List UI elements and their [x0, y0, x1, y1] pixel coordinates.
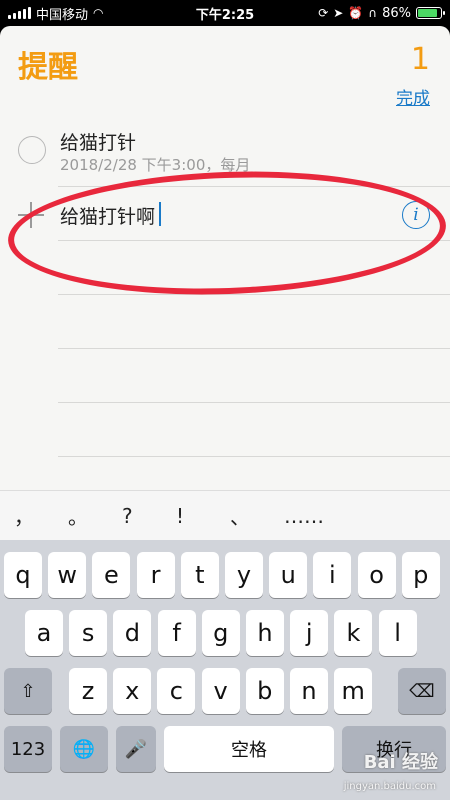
punct-period-key[interactable]: 。 [68, 501, 122, 530]
keyboard: qwertyuiop asdfghjkl ⇧ ⌫ zxcvbnm 123 🌐 🎤… [0, 540, 450, 800]
globe-icon[interactable]: 🌐 [60, 726, 108, 772]
battery-percent: 86% [382, 5, 411, 21]
carrier-label: 中国移动 [36, 7, 89, 23]
new-reminder-input[interactable] [60, 200, 360, 230]
punct-exclaim-key[interactable]: ! [176, 504, 230, 528]
key-b[interactable]: b [245, 668, 284, 714]
number-mode-key[interactable]: 123 [4, 726, 52, 772]
key-n[interactable]: n [290, 668, 328, 714]
page-title: 提醒 [18, 50, 78, 85]
key-row-1: qwertyuiop [0, 552, 450, 598]
key-u[interactable]: u [269, 552, 308, 598]
reminder-title[interactable]: 给猫打针 [60, 128, 136, 155]
key-a[interactable]: a [25, 610, 63, 656]
row-divider [58, 294, 450, 295]
watermark-url: jingyan.baidu.com [343, 781, 436, 792]
text-caret [159, 202, 161, 226]
status-bar: 中国移动 ◠ 下午2:25 ⟳ ➤ ⏰ ∩ 86% [0, 0, 450, 26]
watermark: Bai 经验 [363, 752, 438, 773]
key-o[interactable]: o [357, 552, 396, 598]
punct-dunhao-key[interactable]: 、 [230, 501, 284, 530]
key-l[interactable]: l [378, 610, 417, 656]
info-icon[interactable]: i [402, 201, 430, 229]
delete-key[interactable]: ⌫ [398, 668, 446, 714]
key-g[interactable]: g [201, 610, 240, 656]
space-key[interactable]: 空格 [164, 726, 334, 772]
headphones-icon: ∩ [368, 6, 378, 20]
punct-ellipsis-key[interactable]: …… [284, 504, 338, 528]
microphone-icon[interactable]: 🎤 [116, 726, 156, 772]
key-row-2: asdfghjkl [0, 610, 450, 656]
key-z[interactable]: z [69, 668, 107, 714]
key-j[interactable]: j [290, 610, 329, 656]
key-w[interactable]: w [48, 552, 87, 598]
key-row-3: ⇧ ⌫ zxcvbnm [0, 668, 450, 714]
rotation-lock-icon: ⟳ [318, 6, 329, 20]
key-v[interactable]: v [201, 668, 240, 714]
key-k[interactable]: k [334, 610, 373, 656]
shift-key[interactable]: ⇧ [4, 668, 52, 714]
reminder-subtitle: 2018/2/28 下午3:00，每月 [60, 156, 251, 174]
key-d[interactable]: d [113, 610, 152, 656]
alarm-icon: ⏰ [348, 6, 364, 20]
punct-question-key[interactable]: ? [122, 504, 176, 528]
battery-icon [416, 7, 445, 19]
key-m[interactable]: m [334, 668, 373, 714]
plus-icon [18, 202, 44, 228]
location-icon: ➤ [333, 6, 344, 20]
row-divider [58, 348, 450, 349]
row-divider [58, 186, 450, 187]
row-divider [58, 240, 450, 241]
key-t[interactable]: t [180, 552, 219, 598]
signal-icon [8, 7, 31, 19]
complete-checkbox[interactable] [18, 136, 46, 164]
wifi-icon: ◠ [93, 6, 104, 20]
key-q[interactable]: q [4, 552, 42, 598]
key-e[interactable]: e [92, 552, 131, 598]
key-f[interactable]: f [157, 610, 196, 656]
punctuation-bar: ， 。 ? ! 、 …… [0, 490, 450, 540]
key-p[interactable]: p [401, 552, 440, 598]
reminder-count: 1 [410, 42, 430, 77]
key-h[interactable]: h [246, 610, 284, 656]
punct-comma-key[interactable]: ， [14, 501, 68, 530]
key-r[interactable]: r [136, 552, 175, 598]
key-s[interactable]: s [69, 610, 108, 656]
reminders-list: 提醒 1 完成 给猫打针 2018/2/28 下午3:00，每月 i [0, 26, 450, 490]
row-divider [58, 456, 450, 457]
done-button[interactable]: 完成 [396, 84, 430, 109]
key-x[interactable]: x [113, 668, 152, 714]
key-i[interactable]: i [313, 552, 352, 598]
row-divider [58, 402, 450, 403]
key-y[interactable]: y [225, 552, 263, 598]
status-time: 下午2:25 [195, 7, 255, 23]
key-c[interactable]: c [157, 668, 196, 714]
highlight-annotation [6, 164, 448, 302]
